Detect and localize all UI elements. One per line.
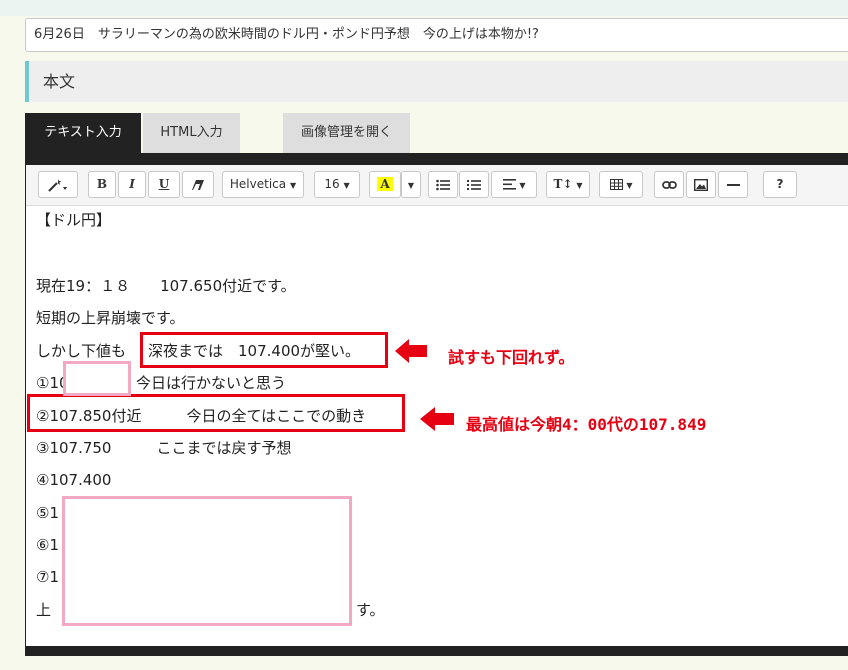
bold-button[interactable]: B (88, 171, 116, 198)
font-family-dropdown[interactable]: Helvetica ▼ (222, 171, 304, 198)
content-line-4: ④107.400 (36, 471, 112, 489)
content-line-3: ③107.750 ここまでは戻す予想 (36, 439, 292, 457)
link-icon (661, 180, 677, 189)
italic-button[interactable]: I (118, 171, 146, 198)
content-line-6: ⑥1 (36, 536, 59, 554)
text-color-dropdown[interactable]: ▼ (401, 171, 421, 198)
editor-toolbar: B I U Helvetica ▼ 16 ▼ A ▼ ▼ T↕ ▼ ▼ ? (26, 165, 848, 206)
horizontal-rule-button[interactable] (718, 171, 748, 198)
content-heading: 【ドル円】 (36, 211, 112, 229)
font-family-label: Helvetica (229, 177, 287, 191)
top-strip (0, 0, 848, 16)
line-height-dropdown[interactable]: T↕ ▼ (546, 171, 590, 198)
bullet-list-button[interactable] (428, 171, 458, 198)
text-height-icon: T↕ (553, 177, 573, 191)
chevron-down-icon: ▼ (343, 181, 350, 190)
align-dropdown[interactable]: ▼ (491, 171, 537, 198)
style-button[interactable] (38, 171, 78, 198)
table-icon (609, 179, 623, 190)
highlight-box-deep-night (140, 332, 388, 368)
redaction-box-small (63, 361, 131, 396)
table-dropdown[interactable]: ▼ (599, 171, 643, 198)
open-image-manager-button[interactable]: 画像管理を開く (283, 113, 410, 153)
underline-button[interactable]: U (148, 171, 180, 198)
title-input[interactable]: 6月26日 サラリーマンの為の欧米時間のドル円・ポンド円予想 今の上げは本物か!… (25, 18, 848, 52)
chevron-down-icon: ▼ (626, 181, 633, 190)
tab-text-input[interactable]: テキスト入力 (25, 113, 141, 153)
arrow-left-icon (395, 339, 427, 363)
editor-bottom-bar (25, 646, 848, 656)
horizontal-rule-icon (726, 183, 740, 186)
annotation-note-2: 最高値は今朝4：00代の107.849 (466, 415, 707, 434)
content-line-bottom-suffix: す。 (356, 601, 385, 619)
image-icon (693, 178, 709, 191)
help-button[interactable]: ? (763, 171, 797, 198)
bullet-list-icon (436, 179, 450, 190)
arrow-left-icon (420, 407, 454, 431)
font-size-label: 16 (324, 177, 340, 191)
content-line-7: ⑦1 (36, 568, 59, 586)
text-color-icon: A (377, 177, 393, 191)
text-color-button[interactable]: A (369, 171, 401, 198)
numbered-list-button[interactable] (459, 171, 489, 198)
redaction-box-large (62, 496, 352, 626)
content-line-5: ⑤1 (36, 504, 59, 522)
chevron-down-icon: ▼ (407, 181, 415, 190)
content-line-short: 短期の上昇崩壊です。 (36, 309, 185, 327)
magic-wand-icon (48, 178, 67, 192)
annotation-note-1: 試すも下回れず。 (448, 348, 575, 367)
link-button[interactable] (654, 171, 684, 198)
content-line-bottom-prefix: 上 (36, 601, 52, 619)
content-line-1-suffix: 今日は行かないと思う (136, 374, 287, 392)
font-size-dropdown[interactable]: 16 ▼ (314, 171, 360, 198)
chevron-down-icon: ▼ (289, 181, 297, 190)
chevron-down-icon: ▼ (576, 181, 583, 190)
numbered-list-icon (467, 179, 481, 190)
content-line-now: 現在19：１８ 107.650付近です。 (36, 277, 296, 295)
eraser-icon (192, 179, 204, 190)
section-header: 本文 (25, 61, 848, 102)
chevron-down-icon: ▼ (519, 181, 526, 190)
align-icon (502, 179, 516, 190)
clear-format-button[interactable] (182, 171, 214, 198)
highlight-box-line-2 (27, 394, 405, 432)
content-line-but: しかし下値も (36, 342, 127, 360)
image-button[interactable] (686, 171, 716, 198)
tab-html-input[interactable]: HTML入力 (143, 113, 240, 153)
